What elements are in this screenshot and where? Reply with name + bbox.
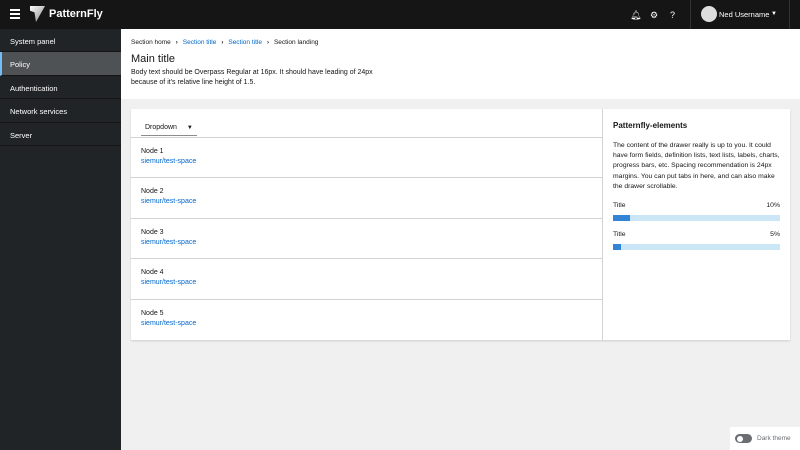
page-title: Main title [131, 53, 176, 65]
user-menu[interactable]: Ned Username [719, 10, 769, 19]
dropdown[interactable]: Dropdown ▼ [141, 121, 197, 136]
dark-theme-toggle[interactable]: Dark theme [730, 427, 800, 450]
node-link[interactable]: siemur/test-space [141, 279, 592, 286]
toggle-label: Dark theme [757, 435, 791, 442]
caret-down-icon: ▼ [186, 124, 193, 131]
patternfly-logo-icon[interactable] [30, 6, 45, 22]
content-card: Dropdown ▼ Node 1 siemur/test-space Node … [131, 109, 790, 340]
bell-icon[interactable]: 🔔︎ [630, 10, 641, 21]
node-link[interactable]: siemur/test-space [141, 198, 592, 205]
progress-fill [613, 215, 630, 222]
dropdown-label: Dropdown [145, 124, 177, 131]
breadcrumb: Section home › Section title › Section t… [131, 39, 790, 46]
sidebar-item-system-panel[interactable]: System panel [0, 29, 121, 53]
breadcrumb-item: Section home [131, 39, 171, 46]
progress-value: 5% [770, 231, 780, 239]
caret-down-icon[interactable]: ▼ [771, 11, 777, 17]
brand-name[interactable]: PatternFly [49, 8, 103, 20]
chevron-right-icon: › [266, 39, 269, 46]
breadcrumb-item: Section landing [273, 39, 319, 46]
drawer-text: The content of the drawer really is up t… [613, 142, 780, 190]
drawer-panel: Patternfly-elements The content of the d… [603, 109, 790, 340]
progress-title: Title [613, 231, 626, 239]
divider [789, 0, 790, 29]
masthead: PatternFly 🔔︎ ⚙ ? Ned Username ▼ [0, 0, 800, 29]
breadcrumb-link[interactable]: Section title [228, 39, 262, 46]
progress-bar: Title 5% [613, 231, 780, 251]
node-link[interactable]: siemur/test-space [141, 158, 592, 165]
sidebar: System panel Policy Authentication Netwo… [0, 29, 121, 450]
list-item: Node 5 siemur/test-space [131, 300, 602, 340]
progress-track [613, 215, 780, 222]
node-link[interactable]: siemur/test-space [141, 239, 592, 246]
drawer-title: Patternfly-elements [613, 121, 688, 130]
progress-title: Title [613, 202, 626, 210]
node-name: Node 1 [141, 148, 164, 155]
list-item: Node 4 siemur/test-space [131, 259, 602, 300]
progress-value: 10% [766, 202, 780, 210]
node-name: Node 4 [141, 269, 164, 277]
node-name: Node 2 [141, 188, 164, 196]
toolbar: Dropdown ▼ [131, 109, 602, 138]
sidebar-item-server[interactable]: Server [0, 123, 121, 146]
list-item: Node 2 siemur/test-space [131, 178, 602, 219]
chevron-right-icon: › [175, 39, 178, 46]
chevron-right-icon: › [221, 39, 224, 46]
sidebar-item-policy[interactable]: Policy [0, 52, 121, 76]
help-icon[interactable]: ? [670, 10, 675, 20]
page-header: Section home › Section title › Section t… [121, 29, 800, 99]
hamburger-menu-icon[interactable] [10, 9, 20, 19]
sidebar-item-authentication[interactable]: Authentication [0, 76, 121, 100]
breadcrumb-link[interactable]: Section title [183, 39, 217, 46]
list-item: Node 1 siemur/test-space [131, 138, 602, 179]
gear-icon[interactable]: ⚙ [650, 10, 658, 21]
progress-bar: Title 10% [613, 202, 780, 222]
sidebar-item-network-services[interactable]: Network services [0, 99, 121, 123]
avatar[interactable] [701, 6, 717, 22]
node-link[interactable]: siemur/test-space [141, 320, 592, 327]
divider [690, 0, 691, 29]
list-item: Node 3 siemur/test-space [131, 219, 602, 260]
node-name: Node 3 [141, 228, 164, 236]
node-list: Dropdown ▼ Node 1 siemur/test-space Node … [131, 109, 603, 340]
toggle-switch[interactable] [735, 434, 752, 443]
node-name: Node 5 [141, 309, 164, 317]
page-description: Body text should be Overpass Regular at … [131, 69, 373, 86]
progress-fill [613, 244, 622, 251]
progress-track [613, 244, 780, 251]
